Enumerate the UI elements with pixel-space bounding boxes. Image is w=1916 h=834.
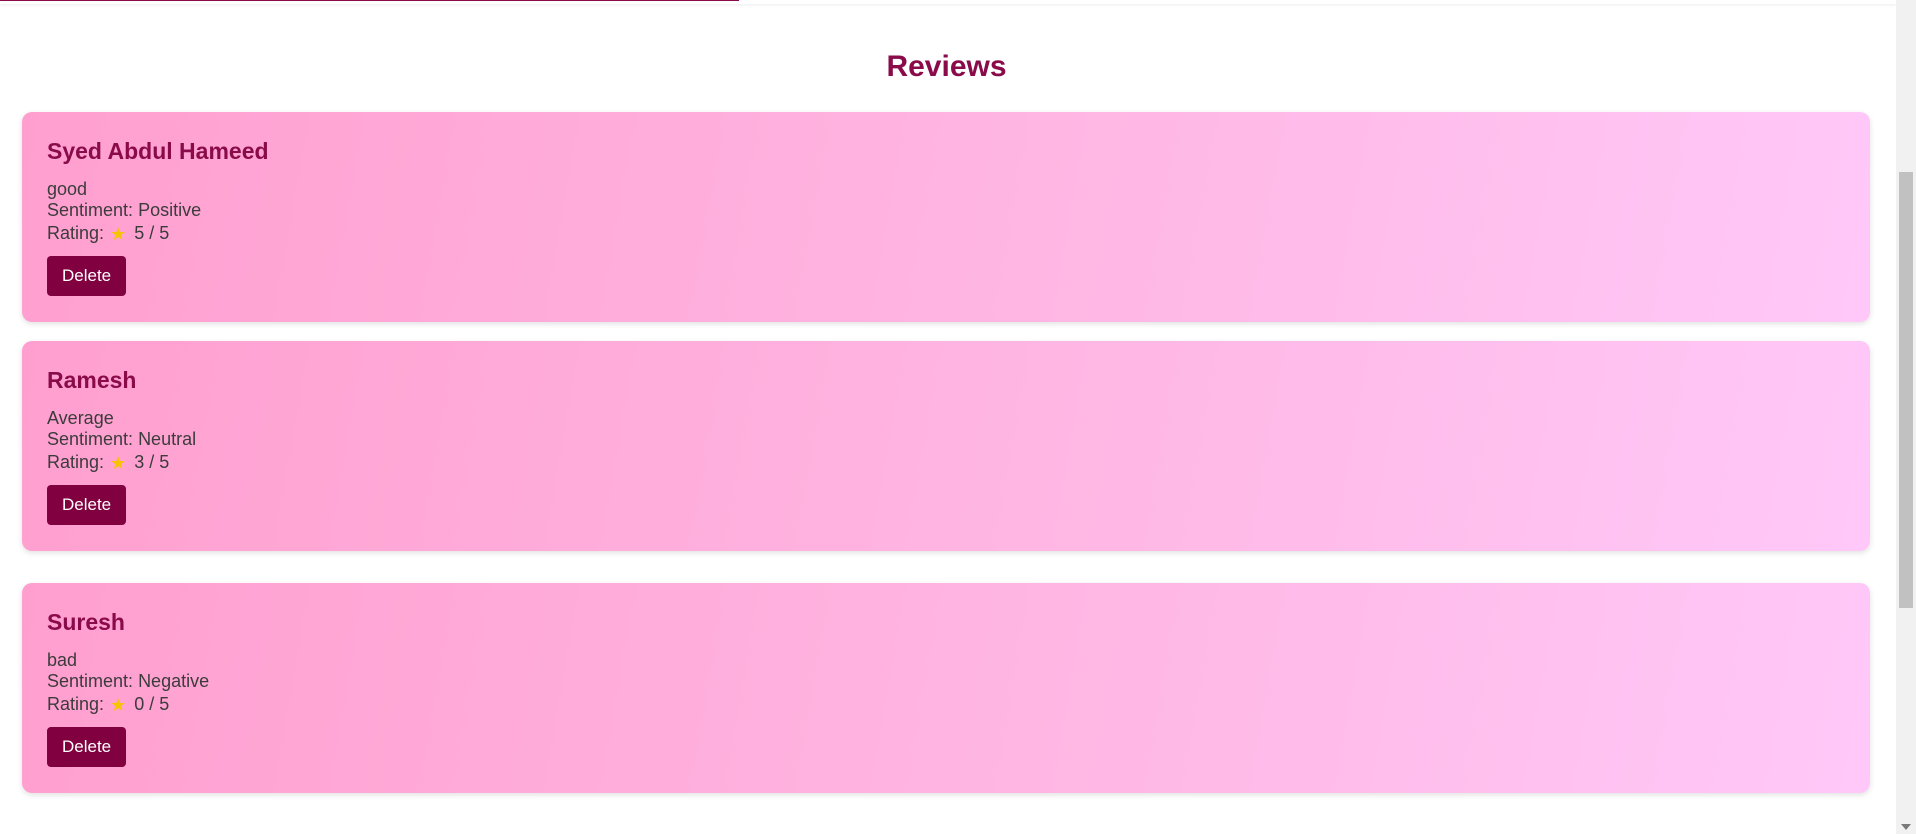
main-content: Reviews Syed Abdul Hameed good Sentiment… <box>0 0 1896 834</box>
delete-button[interactable]: Delete <box>47 727 127 767</box>
review-sentiment: Sentiment: Negative <box>47 671 209 692</box>
rating-label: Rating: <box>47 452 105 472</box>
review-text: Average <box>47 408 114 428</box>
reviewer-name: Suresh <box>47 609 125 635</box>
review-card: Ramesh Average Sentiment: Neutral Rating… <box>22 341 1870 551</box>
scroll-down-arrow-icon[interactable] <box>1896 820 1916 834</box>
star-icon: ★ <box>110 223 127 244</box>
rating-value: 3 / 5 <box>134 452 170 472</box>
sentiment-label: Sentiment: <box>47 671 134 691</box>
sentiment-label: Sentiment: <box>47 200 134 220</box>
review-text: bad <box>47 650 78 670</box>
rating-label: Rating: <box>47 223 105 243</box>
sentiment-value: Positive <box>138 200 202 220</box>
review-sentiment: Sentiment: Neutral <box>47 429 196 450</box>
star-icon: ★ <box>110 694 127 715</box>
reviewer-name: Syed Abdul Hameed <box>47 138 269 164</box>
reviewer-name: Ramesh <box>47 367 137 393</box>
vertical-scrollbar[interactable] <box>1896 0 1916 834</box>
star-icon: ★ <box>110 452 127 473</box>
review-text: good <box>47 179 88 199</box>
delete-button[interactable]: Delete <box>47 485 127 525</box>
rating-value: 0 / 5 <box>134 694 170 714</box>
review-rating: Rating: ★ 0 / 5 <box>47 694 169 715</box>
page-title: Reviews <box>886 50 1007 83</box>
review-card: Suresh bad Sentiment: Negative Rating: ★… <box>22 583 1870 793</box>
rating-label: Rating: <box>47 694 105 714</box>
review-sentiment: Sentiment: Positive <box>47 200 201 221</box>
sentiment-value: Negative <box>138 671 210 691</box>
review-card: Syed Abdul Hameed good Sentiment: Positi… <box>22 112 1870 322</box>
scrollbar-thumb[interactable] <box>1899 172 1913 608</box>
review-rating: Rating: ★ 3 / 5 <box>47 452 169 473</box>
sentiment-label: Sentiment: <box>47 429 134 449</box>
review-rating: Rating: ★ 5 / 5 <box>47 223 169 244</box>
sentiment-value: Neutral <box>138 429 197 449</box>
rating-value: 5 / 5 <box>134 223 170 243</box>
delete-button[interactable]: Delete <box>47 256 127 296</box>
